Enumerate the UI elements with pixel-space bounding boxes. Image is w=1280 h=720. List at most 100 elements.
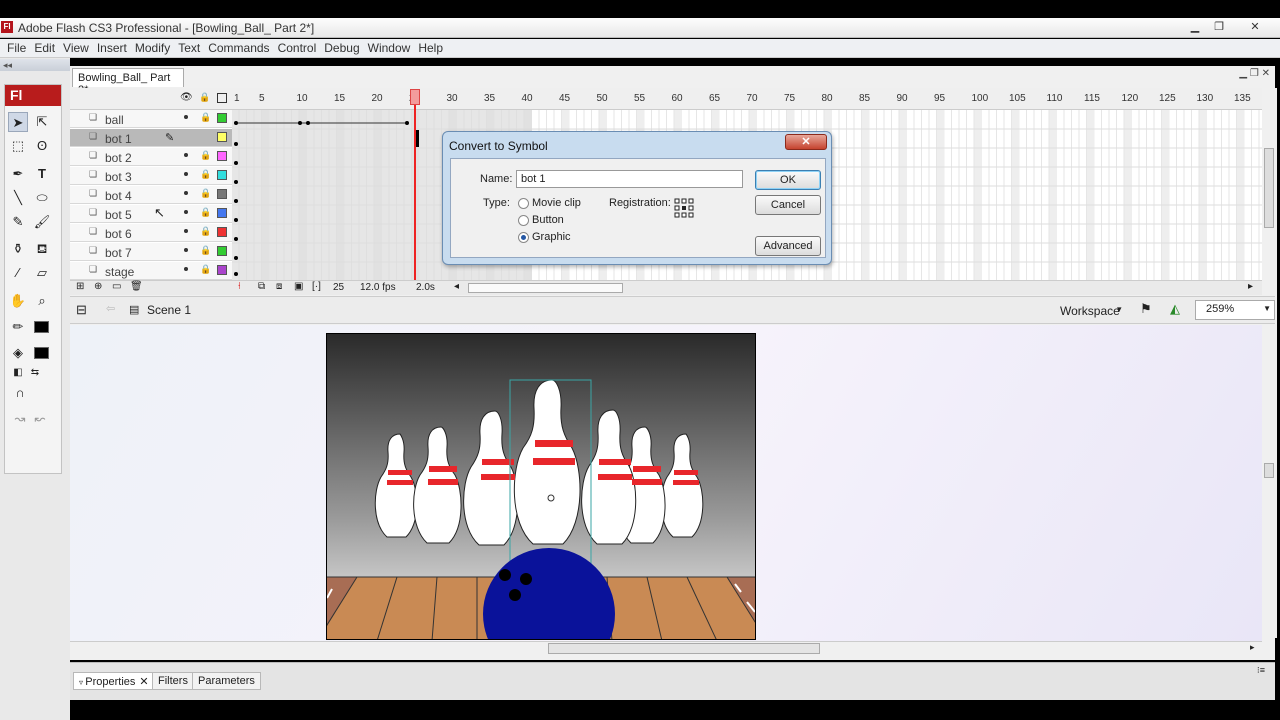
lock-icon[interactable]: 🔒 [200,226,211,237]
layer-row-bot-5[interactable]: ❏ bot 5 ↖ 🔒 [70,205,232,223]
visibility-dot[interactable] [184,153,188,157]
document-window-controls[interactable]: ▁ ❐ ✕ [1239,68,1270,79]
layer-row-bot-7[interactable]: ❏ bot 7 🔒 [70,243,232,261]
oval-tool-icon[interactable]: ⬭ [32,188,52,208]
restore-icon[interactable]: ❐ [1211,20,1227,34]
lock-icon[interactable]: 🔒 [200,150,211,161]
ok-button[interactable]: OK [755,170,821,190]
layer-color-swatch[interactable] [217,265,227,275]
tab-properties[interactable]: ▿ Properties ✕ [73,672,155,690]
visibility-dot[interactable] [184,248,188,252]
layer-row-bot-3[interactable]: ❏ bot 3 🔒 [70,167,232,185]
close-icon[interactable]: ✕ [1247,20,1263,34]
cancel-button[interactable]: Cancel [755,195,821,215]
hand-tool-icon[interactable]: ✋ [8,291,28,311]
timeline-scroll-thumb[interactable] [468,283,623,293]
zoom-select[interactable]: 259% ▼ [1195,300,1275,320]
layer-color-swatch[interactable] [217,189,227,199]
radio-button[interactable] [518,215,529,226]
selection-tool-icon[interactable]: ➤ [8,112,28,132]
scroll-left-icon[interactable]: ◂ [454,281,459,292]
timeline-toggle-icon[interactable]: ⊟ [76,302,87,318]
close-tab-icon[interactable]: ✕ [139,676,148,688]
dialog-close-button[interactable]: ✕ [785,134,827,150]
pen-tool-icon[interactable]: ✒ [8,164,28,184]
scene-label[interactable]: Scene 1 [147,303,191,317]
workspace-dropdown-icon[interactable]: ▾ [1117,304,1122,315]
insert-layer-icon[interactable]: ⊞ [76,281,84,292]
eraser-icon[interactable]: ▱ [32,263,52,283]
visibility-dot[interactable] [184,172,188,176]
layer-row-bot-2[interactable]: ❏ bot 2 🔒 [70,148,232,166]
delete-layer-icon[interactable]: 🗑 [130,281,143,292]
vertical-scrollbar[interactable] [1262,88,1277,638]
lock-icon[interactable]: 🔒 [200,169,211,180]
center-frame-icon[interactable]: ⍿ [238,281,241,292]
menu-help[interactable]: Help [414,39,447,55]
eyedropper-icon[interactable]: ⁄ [8,263,28,283]
layer-color-swatch[interactable] [217,113,227,123]
lasso-tool-icon[interactable]: ʘ [32,136,52,156]
layer-row-ball[interactable]: ❏ ball 🔒 [70,110,232,128]
playhead-line[interactable] [414,89,416,281]
scroll-right-icon[interactable]: ▸ [1250,642,1255,653]
radio-graphic[interactable] [518,232,529,243]
pencil-tool-icon[interactable]: ✎ [8,212,28,232]
menu-control[interactable]: Control [274,39,321,55]
layer-row-bot-6[interactable]: ❏ bot 6 🔒 [70,224,232,242]
layer-color-swatch[interactable] [217,170,227,180]
document-tab[interactable]: Bowling_Ball_ Part 2* [72,68,184,96]
layer-color-swatch[interactable] [217,246,227,256]
lock-icon[interactable]: 🔒 [200,264,211,275]
lock-icon[interactable]: 🔒 [200,112,211,123]
menu-insert[interactable]: Insert [93,39,131,55]
radio-movie-clip[interactable] [518,198,529,209]
menu-window[interactable]: Window [364,39,415,55]
menu-edit[interactable]: Edit [30,39,59,55]
visibility-dot[interactable] [184,115,188,119]
menu-commands[interactable]: Commands [204,39,273,55]
stage-vscroll-thumb[interactable] [1264,463,1274,478]
snap-magnet-icon[interactable]: ∩ [10,383,30,403]
visibility-dot[interactable] [184,191,188,195]
layer-row-stage[interactable]: ❏ stage 🔒 [70,262,232,280]
symbol-name-input[interactable]: bot 1 [516,170,743,188]
workspace-menu[interactable]: Workspace [1060,304,1120,318]
edit-multiple-icon[interactable]: ▣ [294,281,303,292]
back-arrow-icon[interactable]: ⇦ [106,302,115,315]
layer-row-bot-1[interactable]: ❏ bot 1 ✎ [70,129,232,147]
horizontal-scroll-thumb[interactable] [548,643,820,654]
insert-folder-icon[interactable]: ▭ [112,281,121,292]
lock-icon[interactable]: 🔒 [200,207,211,218]
lock-icon[interactable]: 🔒 [200,245,211,256]
modify-markers-icon[interactable]: [·] [312,281,321,292]
stage-canvas[interactable] [326,333,756,640]
motion-guide-icon[interactable]: ⊕ [94,281,102,292]
smooth-icon[interactable]: ↝ [10,409,30,429]
lock-icon[interactable]: 🔒 [199,92,210,103]
minimize-icon[interactable]: ▁ [1187,20,1203,34]
subselection-tool-icon[interactable]: ⇱ [32,112,52,132]
scroll-right-icon[interactable]: ▸ [1248,281,1253,292]
brush-tool-icon[interactable]: 🖌 [32,212,52,232]
vertical-scroll-thumb[interactable] [1264,148,1274,228]
eye-icon[interactable]: 👁 [180,92,193,103]
fill-color-swatch[interactable] [34,347,49,359]
collapse-arrow-icon[interactable]: ◂◂ [0,59,70,71]
menu-file[interactable]: File [3,39,30,55]
line-tool-icon[interactable]: ╲ [8,188,28,208]
visibility-dot[interactable] [184,229,188,233]
text-tool-icon[interactable]: T [32,164,52,184]
stroke-color-swatch[interactable] [34,321,49,333]
ink-bottle-icon[interactable]: ⚱ [8,239,28,259]
layer-color-swatch[interactable] [217,132,227,142]
onion-skin-icon[interactable]: ⧉ [258,281,265,292]
edit-scene-icon[interactable]: ◭ [1170,301,1180,317]
outline-icon[interactable] [217,93,227,103]
lock-icon[interactable]: 🔒 [200,188,211,199]
edit-symbols-icon[interactable]: ⚑ [1140,301,1152,317]
horizontal-scrollbar[interactable]: ▸ [70,641,1262,656]
layer-color-swatch[interactable] [217,227,227,237]
menu-debug[interactable]: Debug [320,39,363,55]
menu-view[interactable]: View [59,39,93,55]
